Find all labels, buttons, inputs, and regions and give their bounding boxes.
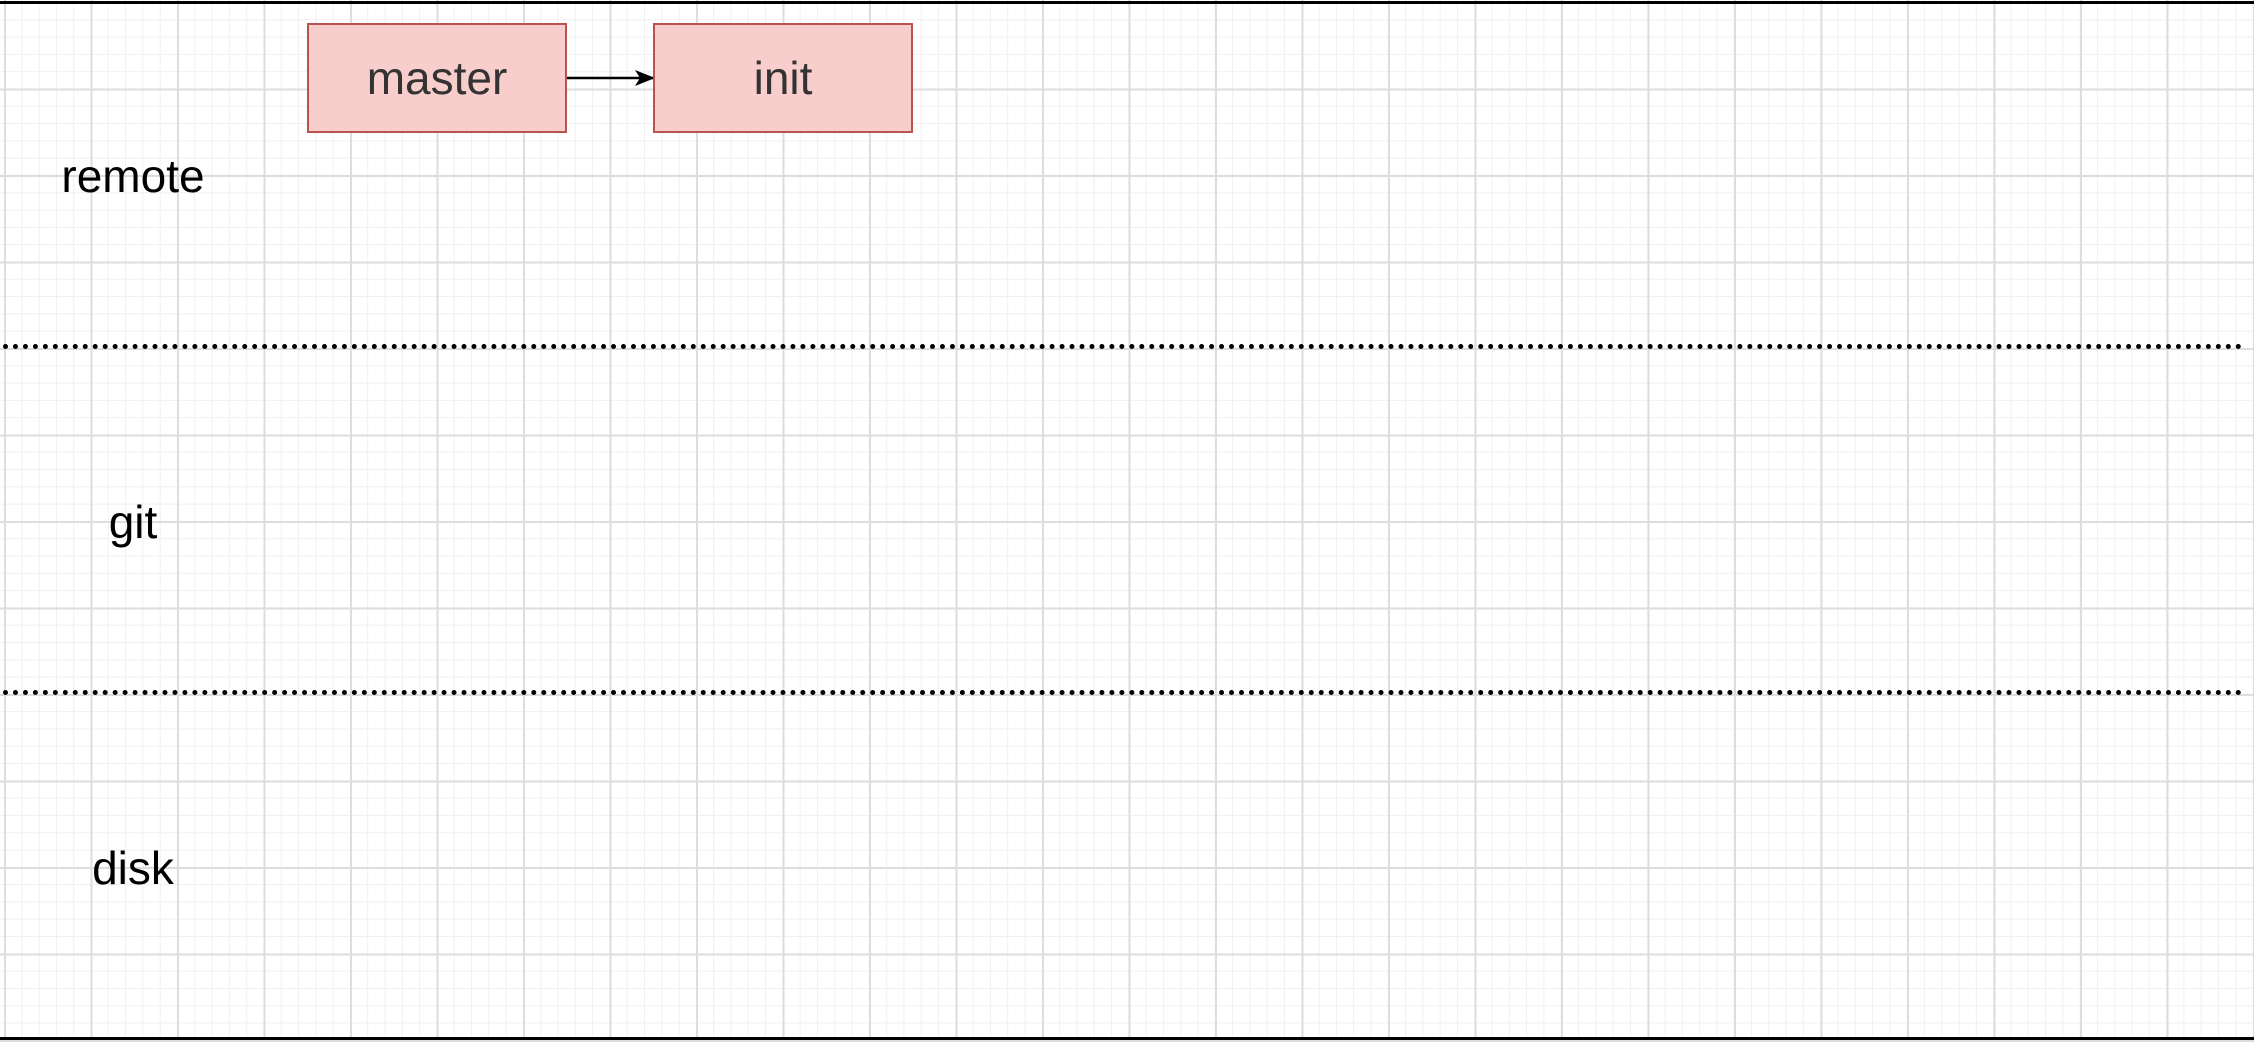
node-init-label: init: [753, 52, 813, 104]
edge-layer: [567, 70, 655, 86]
diagram-canvas[interactable]: remote git disk master init: [0, 0, 2254, 1042]
node-init[interactable]: init: [653, 23, 913, 133]
node-master[interactable]: master: [307, 23, 567, 133]
node-master-label: master: [366, 52, 508, 104]
